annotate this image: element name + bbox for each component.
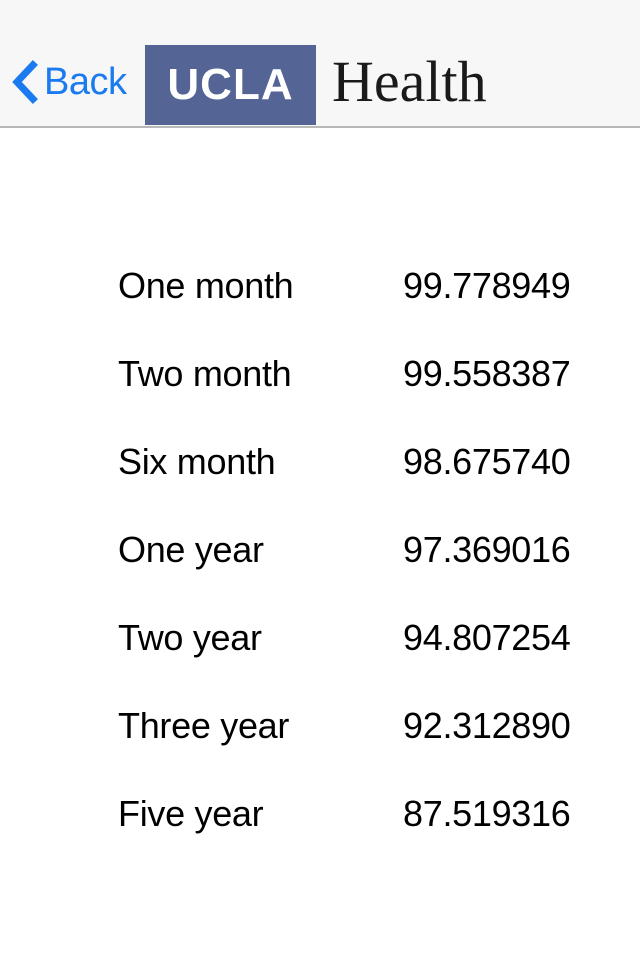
row-value: 94.807254 <box>403 617 571 658</box>
table-row: Two year 94.807254 <box>118 620 578 708</box>
ucla-logo-badge: UCLA <box>145 45 316 125</box>
row-label: Six month <box>118 441 276 482</box>
table-row: One month 99.778949 <box>118 268 578 356</box>
row-label: Two month <box>118 353 292 394</box>
content-area: One month 99.778949 Two month 99.558387 … <box>0 128 640 960</box>
row-value: 98.675740 <box>403 441 571 482</box>
table-row: Five year 87.519316 <box>118 796 578 884</box>
row-label: Three year <box>118 705 290 746</box>
table-row: Three year 92.312890 <box>118 708 578 796</box>
navigation-bar: Back UCLA Health <box>0 0 640 128</box>
row-label: One year <box>118 529 264 570</box>
row-label: Five year <box>118 793 264 834</box>
brand-lockup: UCLA Health <box>145 45 487 125</box>
chevron-left-icon <box>12 60 38 104</box>
back-button-label: Back <box>44 61 127 103</box>
table-row: One year 97.369016 <box>118 532 578 620</box>
survival-estimates-table: One month 99.778949 Two month 99.558387 … <box>118 268 578 884</box>
table-row: Two month 99.558387 <box>118 356 578 444</box>
row-value: 99.778949 <box>403 265 571 306</box>
ucla-logo-text: UCLA <box>167 60 294 109</box>
row-value: 87.519316 <box>403 793 571 834</box>
row-label: One month <box>118 265 294 306</box>
row-label: Two year <box>118 617 262 658</box>
brand-wordmark: Health <box>332 49 487 114</box>
row-value: 92.312890 <box>403 705 571 746</box>
table-row: Six month 98.675740 <box>118 444 578 532</box>
row-value: 99.558387 <box>403 353 571 394</box>
back-button[interactable]: Back <box>12 56 127 108</box>
row-value: 97.369016 <box>403 529 571 570</box>
